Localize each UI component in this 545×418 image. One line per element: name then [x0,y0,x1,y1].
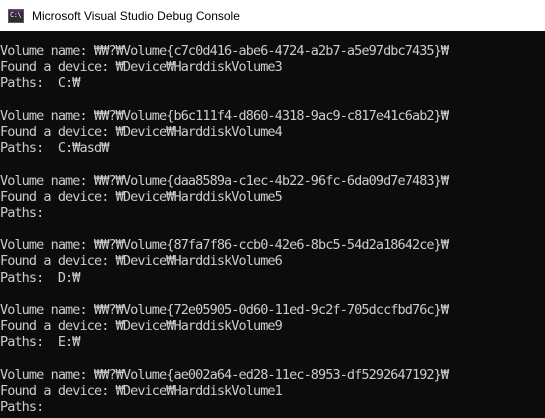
console-line-volume: Volume name: ₩₩?₩Volume{72e05905-0d60-11… [0,302,449,318]
debug-console-window: C:\ Microsoft Visual Studio Debug Consol… [0,0,545,418]
console-line-paths: Paths: D:₩ [0,269,80,286]
console-line-paths: Paths: E:₩ [0,334,80,351]
console-line-device: Found a device: ₩Device₩HarddiskVolume3 [0,59,283,76]
console-line-volume: Volume name: ₩₩?₩Volume{c7c0d416-abe6-47… [0,43,449,59]
console-line-volume: Volume name: ₩₩?₩Volume{ae002a64-ed28-11… [0,366,449,383]
console-line-volume: Volume name: ₩₩?₩Volume{87fa7f86-ccb0-42… [0,237,449,254]
vs-console-icon: C:\ [8,8,24,23]
console-line-paths: Paths: C:₩asd₩ [0,140,109,157]
icon-glyph: C:\ [10,10,22,19]
console-line-device: Found a device: ₩Device₩HarddiskVolume9 [0,318,283,335]
console-line-paths: Paths: C:₩ [0,75,80,92]
console-line-device: Found a device: ₩Device₩HarddiskVolume1 [0,382,283,399]
console-line-device: Found a device: ₩Device₩HarddiskVolume4 [0,123,283,140]
console-line-volume: Volume name: ₩₩?₩Volume{daa8589a-c1ec-4b… [0,172,449,189]
console-line-paths: Paths: [0,399,44,416]
console-line-device: Found a device: ₩Device₩HarddiskVolume6 [0,253,283,270]
window-title: Microsoft Visual Studio Debug Console [32,8,240,23]
console-output[interactable]: Volume name: ₩₩?₩Volume{c7c0d416-abe6-47… [0,43,545,415]
title-bar[interactable]: C:\ Microsoft Visual Studio Debug Consol… [0,0,545,31]
console-line-device: Found a device: ₩Device₩HarddiskVolume5 [0,188,283,205]
console-line-paths: Paths: [0,204,44,221]
console-line-volume: Volume name: ₩₩?₩Volume{b6c111f4-d860-43… [0,107,449,124]
